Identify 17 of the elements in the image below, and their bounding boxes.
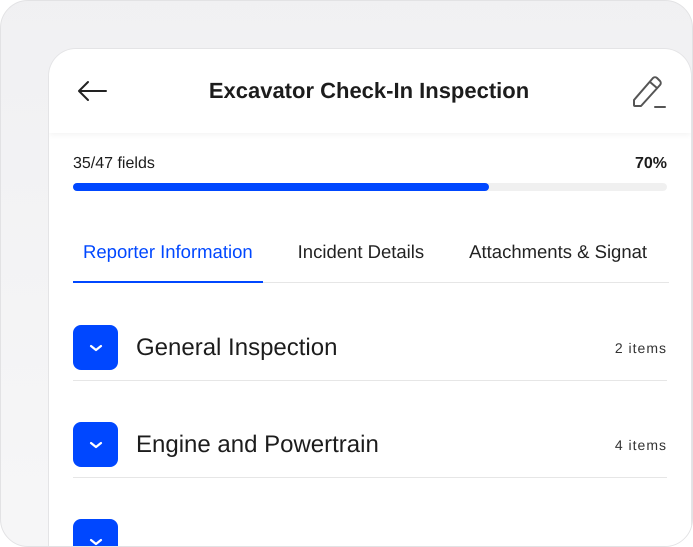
item-count: 4 items	[614, 436, 667, 452]
tab[interactable]: Attachments & Signat	[459, 241, 648, 283]
tab[interactable]: Reporter Information	[73, 241, 263, 283]
section-title: General Inspection	[136, 334, 338, 362]
expand-button[interactable]	[73, 325, 118, 370]
chevron-icon	[88, 440, 102, 450]
fields-count: 35/47 fields	[73, 155, 155, 173]
item-count: 2 items	[614, 340, 667, 356]
expand-button[interactable]	[73, 422, 118, 467]
section-title: Engine and Powertrain	[136, 430, 380, 458]
tab[interactable]: Incident Details	[288, 241, 434, 283]
chevron-icon	[88, 536, 102, 546]
back-arrow-icon	[77, 80, 107, 102]
chevron-icon	[88, 342, 102, 352]
progress-percent: 70%	[634, 155, 667, 173]
back-button[interactable]	[77, 80, 107, 102]
page-title: Excavator Check-In Inspection	[208, 78, 530, 104]
